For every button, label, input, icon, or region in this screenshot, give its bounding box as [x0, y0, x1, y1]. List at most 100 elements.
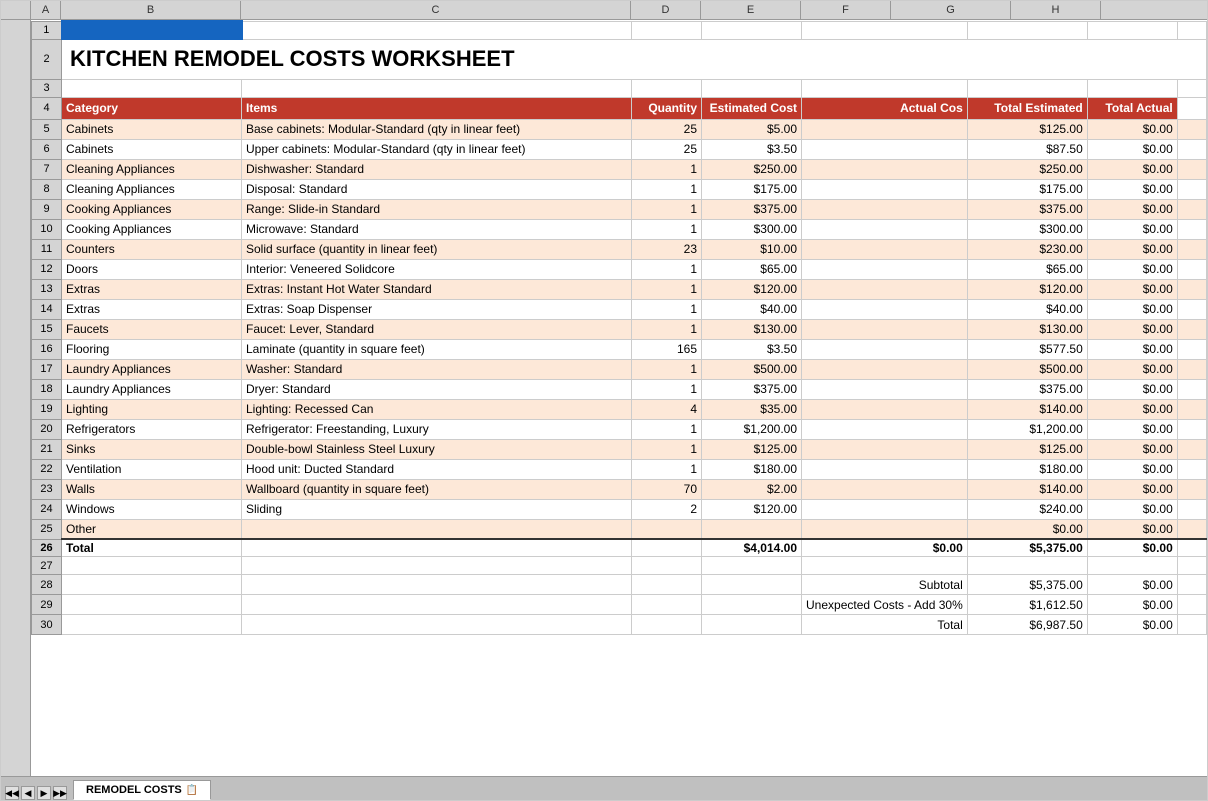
table-cell[interactable]: 1	[632, 159, 702, 179]
table-cell[interactable]: $0.00	[1087, 279, 1177, 299]
table-cell[interactable]	[802, 499, 968, 519]
table-cell[interactable]: Cooking Appliances	[62, 199, 242, 219]
table-cell[interactable]	[1177, 459, 1206, 479]
table-cell[interactable]: $65.00	[967, 259, 1087, 279]
table-cell[interactable]: $10.00	[702, 239, 802, 259]
table-cell[interactable]: $0.00	[1087, 339, 1177, 359]
table-cell[interactable]	[802, 279, 968, 299]
table-cell[interactable]: Laundry Appliances	[62, 379, 242, 399]
table-cell[interactable]: $0.00	[1087, 219, 1177, 239]
table-cell[interactable]	[802, 419, 968, 439]
table-cell[interactable]: Cleaning Appliances	[62, 179, 242, 199]
table-cell[interactable]: Interior: Veneered Solidcore	[242, 259, 632, 279]
table-cell[interactable]	[1177, 479, 1206, 499]
table-cell[interactable]: 1	[632, 199, 702, 219]
table-cell[interactable]: $130.00	[967, 319, 1087, 339]
table-cell[interactable]: $375.00	[702, 199, 802, 219]
table-cell[interactable]	[802, 479, 968, 499]
table-cell[interactable]: 1	[632, 259, 702, 279]
table-cell[interactable]: Disposal: Standard	[242, 179, 632, 199]
cell-f1[interactable]	[967, 21, 1087, 39]
table-cell[interactable]: $240.00	[967, 499, 1087, 519]
col-header-d[interactable]: D	[631, 1, 701, 19]
table-cell[interactable]: Extras	[62, 279, 242, 299]
table-cell[interactable]: $0.00	[1087, 479, 1177, 499]
table-cell[interactable]	[1177, 419, 1206, 439]
table-cell[interactable]: Faucet: Lever, Standard	[242, 319, 632, 339]
table-cell[interactable]: $0.00	[1087, 499, 1177, 519]
table-cell[interactable]	[802, 219, 968, 239]
table-cell[interactable]: $130.00	[702, 319, 802, 339]
table-cell[interactable]: $0.00	[1087, 519, 1177, 539]
table-cell[interactable]	[802, 459, 968, 479]
table-cell[interactable]	[802, 259, 968, 279]
table-cell[interactable]: 1	[632, 359, 702, 379]
table-cell[interactable]: $125.00	[967, 439, 1087, 459]
cell-d1[interactable]	[702, 21, 802, 39]
table-cell[interactable]	[1177, 199, 1206, 219]
table-cell[interactable]: Washer: Standard	[242, 359, 632, 379]
table-cell[interactable]	[802, 439, 968, 459]
table-cell[interactable]: Refrigerator: Freestanding, Luxury	[242, 419, 632, 439]
grid[interactable]: 1 2 KITCHEN REMODEL COSTS WORKSHEET	[31, 20, 1207, 776]
table-cell[interactable]	[1177, 439, 1206, 459]
table-cell[interactable]: Double-bowl Stainless Steel Luxury	[242, 439, 632, 459]
table-cell[interactable]: Extras: Instant Hot Water Standard	[242, 279, 632, 299]
table-cell[interactable]: Upper cabinets: Modular-Standard (qty in…	[242, 139, 632, 159]
remodel-costs-tab[interactable]: REMODEL COSTS 📋	[73, 780, 211, 800]
table-cell[interactable]: Wallboard (quantity in square feet)	[242, 479, 632, 499]
table-cell[interactable]: Refrigerators	[62, 419, 242, 439]
table-cell[interactable]: $0.00	[1087, 119, 1177, 139]
table-cell[interactable]	[1177, 179, 1206, 199]
table-cell[interactable]: Extras: Soap Dispenser	[242, 299, 632, 319]
table-cell[interactable]: $125.00	[702, 439, 802, 459]
table-cell[interactable]: $0.00	[1087, 319, 1177, 339]
table-cell[interactable]: $0.00	[1087, 359, 1177, 379]
table-cell[interactable]: Laminate (quantity in square feet)	[242, 339, 632, 359]
table-cell[interactable]: Solid surface (quantity in linear feet)	[242, 239, 632, 259]
table-cell[interactable]	[1177, 379, 1206, 399]
table-cell[interactable]	[242, 519, 632, 539]
table-cell[interactable]: Extras	[62, 299, 242, 319]
table-cell[interactable]: $0.00	[1087, 459, 1177, 479]
table-cell[interactable]	[1177, 119, 1206, 139]
table-cell[interactable]: 1	[632, 299, 702, 319]
table-cell[interactable]: $3.50	[702, 339, 802, 359]
col-header-e[interactable]: E	[701, 1, 801, 19]
table-cell[interactable]	[1177, 499, 1206, 519]
table-cell[interactable]: $2.00	[702, 479, 802, 499]
table-cell[interactable]: 165	[632, 339, 702, 359]
table-cell[interactable]	[802, 299, 968, 319]
table-cell[interactable]: $0.00	[1087, 379, 1177, 399]
table-cell[interactable]	[802, 399, 968, 419]
table-cell[interactable]: $3.50	[702, 139, 802, 159]
table-cell[interactable]: $120.00	[967, 279, 1087, 299]
table-cell[interactable]: Walls	[62, 479, 242, 499]
table-cell[interactable]: Lighting	[62, 399, 242, 419]
table-cell[interactable]	[632, 519, 702, 539]
table-cell[interactable]: 1	[632, 419, 702, 439]
table-cell[interactable]: Dishwasher: Standard	[242, 159, 632, 179]
table-cell[interactable]: 1	[632, 179, 702, 199]
table-cell[interactable]	[1177, 519, 1206, 539]
table-cell[interactable]: $120.00	[702, 499, 802, 519]
table-cell[interactable]: $87.50	[967, 139, 1087, 159]
table-cell[interactable]	[1177, 139, 1206, 159]
table-cell[interactable]: $0.00	[1087, 299, 1177, 319]
tab-prev-btn[interactable]: ◀	[21, 786, 35, 800]
table-cell[interactable]: 1	[632, 219, 702, 239]
table-cell[interactable]	[1177, 339, 1206, 359]
table-cell[interactable]: $120.00	[702, 279, 802, 299]
table-cell[interactable]	[802, 139, 968, 159]
table-cell[interactable]	[1177, 259, 1206, 279]
table-cell[interactable]: Cooking Appliances	[62, 219, 242, 239]
table-cell[interactable]: $140.00	[967, 479, 1087, 499]
table-cell[interactable]: Sliding	[242, 499, 632, 519]
table-cell[interactable]: $500.00	[702, 359, 802, 379]
table-cell[interactable]: $0.00	[1087, 419, 1177, 439]
table-cell[interactable]: 1	[632, 379, 702, 399]
table-cell[interactable]	[1177, 219, 1206, 239]
table-cell[interactable]	[802, 359, 968, 379]
tab-first-btn[interactable]: ◀◀	[5, 786, 19, 800]
table-cell[interactable]: Dryer: Standard	[242, 379, 632, 399]
